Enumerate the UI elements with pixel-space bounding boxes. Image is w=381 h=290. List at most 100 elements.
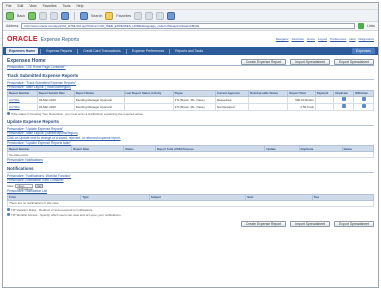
browser-toolbar: Back Search Favorites [3, 10, 378, 22]
address-bar: Address http://www.oracle.com/apps/OA_HT… [3, 22, 378, 31]
import-spreadsheet-button[interactable]: Import Spreadsheet [290, 59, 331, 65]
history-icon[interactable] [134, 11, 143, 20]
report-status-cell: Pending Manager Approval [73, 95, 125, 104]
favorites-icon[interactable] [105, 11, 114, 20]
menu-file[interactable]: File [6, 4, 11, 8]
reimbursable-cell [248, 95, 289, 104]
tab-divider [40, 48, 42, 54]
withdraw-icon[interactable] [361, 97, 366, 102]
update-section-title: Update Expense Reports [7, 118, 59, 124]
menu-view[interactable]: View [29, 4, 36, 8]
toolbar-divider [74, 11, 75, 20]
duplicate-icon[interactable] [341, 97, 346, 102]
track-reports-table: Report Number Report Submit Date Report … [7, 89, 374, 111]
tab-divider [169, 48, 171, 54]
import-spreadsheet-button[interactable]: Import Spreadsheet [290, 220, 331, 227]
links-label[interactable]: Links [367, 24, 375, 28]
view-go-button[interactable]: Go [35, 183, 43, 188]
create-expense-report-button[interactable]: Create Expense Report [240, 59, 287, 65]
report-number-cell[interactable]: ACTRI1 [7, 95, 38, 104]
reimbursable-cell [248, 102, 289, 111]
personalize-home-link[interactable]: Personalize: "OIE Home Page Container" [7, 65, 374, 70]
forward-icon[interactable] [28, 11, 36, 20]
tab-divider [125, 48, 127, 54]
global-link-navigator[interactable]: Navigator [276, 37, 289, 41]
mail-icon[interactable] [145, 11, 154, 20]
withdraw-cell[interactable] [353, 102, 374, 111]
global-link-preferences[interactable]: Preferences [330, 37, 346, 41]
refresh-icon[interactable] [50, 11, 58, 20]
search-icon[interactable] [80, 11, 88, 20]
report-date-cell: 04-Mar-2016 [36, 102, 75, 111]
notifications-table: From Type Subject Sent Due There are no … [6, 193, 375, 207]
track-note: If the status is Pending Your Resolution… [7, 112, 374, 116]
app-tabs: Expenses Home Expense Reports Credit Car… [3, 47, 378, 55]
table-row: ACTRI1 04-Mar-2016 Pending Manager Appro… [7, 95, 374, 104]
section-divider [7, 78, 374, 80]
global-link-diagnostics[interactable]: Diagnostics [358, 37, 374, 41]
home-icon[interactable] [61, 11, 69, 20]
view-label: View [7, 183, 14, 188]
report-status-cell: Pending Manager Approval [73, 102, 125, 111]
go-arrow-icon[interactable] [358, 23, 365, 29]
withdraw-cell[interactable] [353, 95, 374, 104]
update-reports-table: Report Number Report Date Status Report … [6, 145, 375, 159]
section-divider [7, 171, 374, 173]
report-date-cell: 04-Mar-2016 [36, 95, 75, 104]
notifications-section-title: Notifications [7, 165, 34, 171]
report-number-link[interactable]: ACTRI2 [9, 105, 20, 109]
info-icon [7, 112, 10, 116]
print-icon[interactable] [156, 11, 165, 20]
global-link-home[interactable]: Home [307, 37, 315, 41]
tab-expenses[interactable]: Expenses [352, 48, 375, 54]
bottom-action-buttons: Create Expense Report Import Spreadsheet… [7, 220, 374, 227]
approver-cell: Requested [214, 95, 250, 104]
browser-window: File Edit View Favorites Tools Help Back… [2, 2, 379, 288]
tab-expense-preferences[interactable]: Expense Preferences [129, 48, 167, 54]
menu-help[interactable]: Help [76, 4, 83, 8]
address-input[interactable]: http://www.oracle.com/apps/OA_HTML/OA.js… [21, 23, 356, 29]
tab-credit-card-transactions[interactable]: Credit Card Transactions [80, 48, 124, 54]
worklist-tip-text[interactable]: TIP Worklist Access - Specify which user… [11, 213, 121, 217]
track-section-title: Track Submitted Expense Reports [7, 72, 79, 78]
global-link-logout[interactable]: Logout [318, 37, 327, 41]
section-divider [7, 124, 374, 126]
empty-message: There are no notifications in this view. [7, 199, 374, 207]
status-activity-cell [123, 102, 174, 111]
search-label[interactable]: Search [91, 14, 102, 18]
personalize-notification-view-link[interactable]: Personalize: Notification View Container [7, 178, 374, 183]
back-label[interactable]: Back [17, 14, 25, 18]
favorites-label[interactable]: Favorites [116, 14, 131, 18]
duplicate-cell[interactable] [333, 95, 355, 104]
export-spreadsheet-button[interactable]: Export Spreadsheet [334, 220, 374, 227]
tab-expenses-home[interactable]: Expenses Home [6, 48, 39, 54]
duplicate-icon[interactable] [341, 104, 346, 109]
menu-favorites[interactable]: Favorites [43, 4, 57, 8]
create-expense-report-button[interactable]: Create Expense Report [240, 220, 287, 227]
app-name: Expense Reports [40, 36, 80, 43]
export-spreadsheet-button[interactable]: Export Spreadsheet [334, 59, 374, 65]
menu-edit[interactable]: Edit [17, 4, 23, 8]
back-icon[interactable] [6, 11, 14, 20]
address-label: Address [6, 24, 19, 28]
global-link-help[interactable]: Help [349, 37, 355, 41]
edit-icon[interactable] [167, 11, 176, 20]
approver-cell: Not Required [214, 102, 250, 111]
vacation-tip-text[interactable]: TIP Vacation Rules - Redirect or auto-re… [11, 208, 93, 212]
report-total-cell: 2.50 Kuoll [287, 102, 316, 111]
report-number-cell[interactable]: ACTRI2 [7, 102, 38, 111]
tab-reports-and-tasks[interactable]: Reports and Tasks [172, 48, 206, 54]
withdraw-icon[interactable] [361, 104, 366, 109]
stop-icon[interactable] [39, 11, 47, 20]
personalize-notifications-link[interactable]: Personalize: Notifications [7, 158, 374, 163]
duplicate-cell[interactable] [333, 102, 355, 111]
tab-expense-reports[interactable]: Expense Reports [43, 48, 75, 54]
tip-icon [7, 213, 10, 217]
notification-view-row: View Open Notifications Go [7, 183, 374, 190]
global-link-favorites[interactable]: Favorites [292, 37, 304, 41]
report-number-link[interactable]: ACTRI1 [9, 98, 20, 102]
view-select[interactable]: Open Notifications [15, 183, 34, 190]
menu-tools[interactable]: Tools [63, 4, 71, 8]
tip-icon [7, 208, 10, 212]
empty-message: No data exists. [7, 151, 374, 159]
